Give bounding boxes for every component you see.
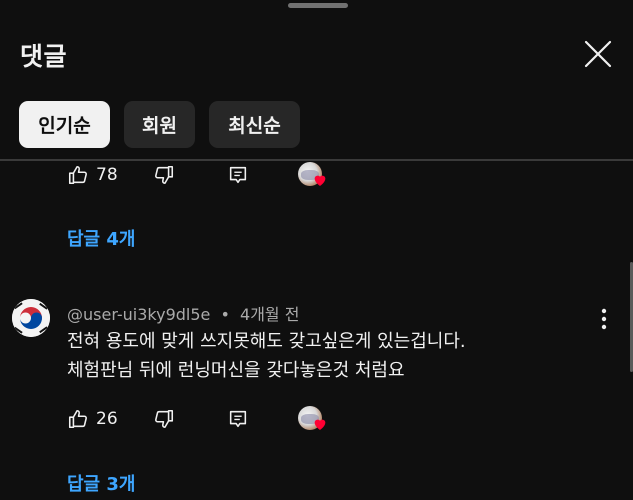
more-options-button[interactable] [594,306,614,332]
reply-icon [229,166,247,184]
chip-popular[interactable]: 인기순 [19,101,110,148]
sort-chips: 인기순 회원 최신순 [19,101,300,148]
comment-actions: 26 [67,404,347,434]
dislike-icon [155,409,174,429]
heart-icon [314,175,326,186]
comment-text-line: 전혀 용도에 맞게 쓰지못해도 갖고싶은게 있는겁니다. [67,331,466,352]
comment-text-line: 체험판님 뒤에 런닝머신을 갖다놓은것 처럼요 [67,360,405,381]
like-count: 78 [96,165,118,185]
dislike-icon [155,165,174,185]
chip-newest[interactable]: 최신순 [209,101,300,148]
avatar[interactable] [12,299,50,337]
like-count: 26 [96,409,118,429]
like-button[interactable]: 78 [67,160,118,190]
taegeuk-avatar-icon [12,299,50,337]
close-icon [584,40,612,68]
more-vert-icon [601,308,607,330]
reply-button[interactable] [227,404,249,434]
panel-title: 댓글 [20,42,68,71]
comment-meta: @user-ui3ky9dl5e • 4개월 전 [67,301,299,325]
comment-time: 4개월 전 [240,305,300,324]
dislike-button[interactable] [153,404,175,434]
view-replies-link[interactable]: 답글 3개 [67,470,135,496]
close-button[interactable] [582,38,614,70]
comment-text: 전혀 용도에 맞게 쓰지못해도 갖고싶은게 있는겁니다. 체험판님 뒤에 런닝머… [67,327,567,385]
drag-handle[interactable] [288,3,348,8]
dislike-button[interactable] [153,160,175,190]
like-button[interactable]: 26 [67,404,118,434]
comment-author[interactable]: @user-ui3ky9dl5e [67,305,210,324]
like-icon [68,409,87,429]
comment-actions: 78 [67,160,347,190]
chip-members[interactable]: 회원 [124,101,195,148]
creator-heart-badge [298,404,330,434]
reply-button[interactable] [227,160,249,190]
reply-icon [229,410,247,428]
like-icon [68,165,87,185]
heart-icon [314,419,326,430]
creator-heart-badge [298,160,330,190]
meta-separator: • [220,305,230,324]
view-replies-link[interactable]: 답글 4개 [67,225,135,251]
